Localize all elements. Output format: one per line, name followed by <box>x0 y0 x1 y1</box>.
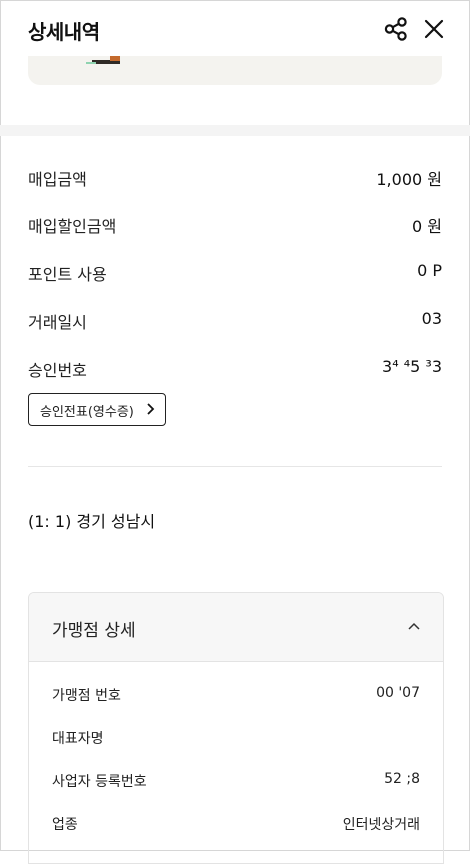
purchase-amount-label: 매입금액 <box>28 170 87 189</box>
share-icon <box>384 17 407 41</box>
transaction-datetime-row: 거래일시 03 <box>28 309 442 333</box>
representative-label: 대표자명 <box>52 731 104 747</box>
business-type-value: 인터넷상거래 <box>342 817 420 833</box>
points-used-value: 0 P <box>417 261 442 280</box>
page-title: 상세내역 <box>28 20 100 44</box>
approval-number-label: 승인번호 <box>28 361 87 380</box>
merchant-detail-title: 가맹점 상세 <box>52 621 136 641</box>
product-banner <box>28 56 442 85</box>
approval-number-value: 3⁴ ⁴5 ³3 <box>382 357 442 376</box>
purchase-amount-value: 1,000 원 <box>376 170 442 189</box>
purchase-discount-label: 매입할인금액 <box>28 217 117 236</box>
business-registration-value: 52 ;8 <box>384 771 420 787</box>
top-bar: 상세내역 <box>0 0 470 60</box>
chevron-up-icon[interactable] <box>407 619 421 633</box>
divider <box>28 466 442 467</box>
merchant-number-label: 가맹점 번호 <box>52 688 121 704</box>
purchase-discount-value: 0 원 <box>412 217 442 236</box>
merchant-number-value: 00 '07 <box>376 685 420 701</box>
merchant-detail-card: 가맹점 상세 가맹점 번호 00 '07 대표자명 사업자 등록번호 52 ;8… <box>28 592 444 864</box>
purchase-amount-row: 매입금액 1,000 원 <box>28 166 442 190</box>
business-type-label: 업종 <box>52 817 78 833</box>
transaction-datetime-value: 03 <box>421 309 442 328</box>
approval-number-row: 승인번호 3⁴ ⁴5 ³3 <box>28 357 442 381</box>
receipt-button[interactable]: 승인전표(영수증) <box>28 393 166 426</box>
chevron-right-icon <box>147 403 155 415</box>
merchant-address: (1: 1) 경기 성남시 <box>28 512 156 531</box>
merchant-detail-header[interactable]: 가맹점 상세 <box>29 593 443 662</box>
close-icon <box>424 19 444 39</box>
transaction-datetime-label: 거래일시 <box>28 313 87 332</box>
product-image <box>86 56 120 64</box>
section-separator <box>0 125 470 136</box>
receipt-button-label: 승인전표(영수증) <box>40 405 134 420</box>
share-button[interactable] <box>382 15 410 43</box>
points-used-row: 포인트 사용 0 P <box>28 261 442 285</box>
business-registration-label: 사업자 등록번호 <box>52 774 147 790</box>
points-used-label: 포인트 사용 <box>28 265 107 284</box>
purchase-discount-row: 매입할인금액 0 원 <box>28 213 442 237</box>
close-button[interactable] <box>420 15 448 43</box>
